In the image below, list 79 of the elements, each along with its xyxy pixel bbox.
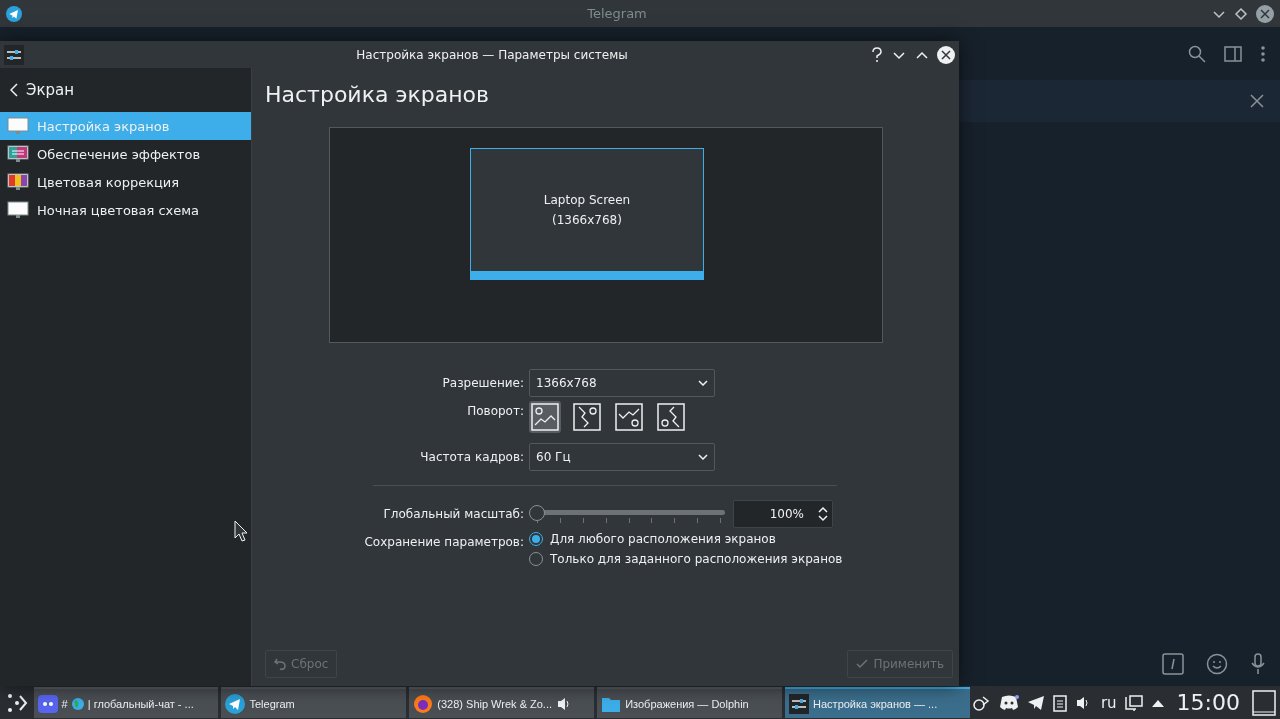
screen-resolution: (1366x768) xyxy=(552,212,622,227)
radio-label: Только для заданного расположения экранов xyxy=(550,552,843,566)
rotation-button[interactable] xyxy=(571,401,603,433)
check-icon xyxy=(856,659,869,669)
browser-icon xyxy=(413,693,434,714)
network-icon[interactable] xyxy=(1124,693,1143,712)
sidebar-item[interactable]: Цветовая коррекция xyxy=(0,168,251,196)
task-label: Telegram xyxy=(249,697,295,710)
caret-icon xyxy=(698,380,708,386)
resolution-dropdown[interactable]: 1366x768 xyxy=(529,369,715,397)
sidebar-item[interactable]: Ночная цветовая схема xyxy=(0,196,251,224)
task-label: Настройка экранов — ... xyxy=(813,697,938,710)
close-icon[interactable] xyxy=(1250,94,1264,108)
field-label: Глобальный масштаб: xyxy=(382,507,524,521)
more-icon[interactable] xyxy=(1260,44,1266,63)
paper-plane-icon[interactable] xyxy=(1026,694,1045,711)
diamond-icon[interactable] xyxy=(1234,6,1248,21)
taskbar-task[interactable]: (328) Ship Wrek & Zo... xyxy=(409,687,595,718)
settings-icon xyxy=(4,44,24,65)
close-icon[interactable] xyxy=(1256,4,1274,23)
sidebar-icon[interactable] xyxy=(1224,45,1242,62)
monitor-icon xyxy=(7,145,29,163)
microphone-icon[interactable] xyxy=(1250,653,1266,675)
back-icon xyxy=(10,83,18,97)
task-label: | глобальный-чат - ... xyxy=(87,697,194,710)
sidebar-item-label: Обеспечение эффектов xyxy=(37,146,201,162)
sidebar-item-label: Настройка экранов xyxy=(37,118,170,134)
close-icon[interactable] xyxy=(937,45,955,64)
refresh-rate-dropdown[interactable]: 60 Гц xyxy=(529,443,715,471)
sidebar-item-label: Цветовая коррекция xyxy=(37,174,180,190)
monitor-icon xyxy=(7,117,29,135)
screen-name: Laptop Screen xyxy=(543,192,631,207)
field-label: Поворот: xyxy=(466,403,524,418)
network-share-icon[interactable] xyxy=(972,693,991,712)
help-icon[interactable] xyxy=(870,46,884,63)
radio-option[interactable]: Для любого расположения экранов xyxy=(529,532,953,546)
taskbar-task[interactable]: Настройка экранов — ... xyxy=(785,687,970,718)
paper-plane-icon xyxy=(225,693,246,714)
window-title: Telegram xyxy=(586,6,648,21)
clipboard-icon[interactable] xyxy=(1052,693,1067,712)
globe-icon xyxy=(71,697,84,710)
scale-spinbox[interactable]: 100% xyxy=(733,500,833,528)
page-title: Настройка экранов xyxy=(265,82,491,109)
taskbar-task[interactable]: Изображения — Dolphin xyxy=(597,687,783,718)
chat-app-icon xyxy=(37,694,58,713)
window-title: Настройка экранов — Параметры системы xyxy=(355,47,629,62)
undo-icon xyxy=(274,658,286,670)
show-desktop-icon[interactable] xyxy=(1252,689,1276,716)
paper-plane-icon xyxy=(6,5,22,22)
task-label: # xyxy=(61,697,68,710)
back-button[interactable]: Экран xyxy=(0,78,251,102)
keyboard-layout[interactable]: ru xyxy=(1100,693,1117,712)
radio-option[interactable]: Только для заданного расположения экранов xyxy=(529,552,953,566)
spin-arrows-icon xyxy=(818,506,828,522)
rotation-button[interactable] xyxy=(529,401,561,433)
screen-tile[interactable]: Laptop Screen (1366x768) xyxy=(470,147,704,280)
field-label: Сохранение параметров: xyxy=(363,534,524,549)
radio-label: Для любого расположения экранов xyxy=(550,532,776,546)
caret-icon xyxy=(698,454,708,460)
slider-handle[interactable] xyxy=(529,505,545,521)
field-label: Частота кадров: xyxy=(419,450,524,464)
task-label: (328) Ship Wrek & Zo... xyxy=(437,697,553,710)
monitor-icon xyxy=(7,173,29,191)
task-label: Изображения — Dolphin xyxy=(625,697,749,710)
cursor-icon xyxy=(234,520,248,542)
field-label: Разрешение: xyxy=(441,376,524,390)
rotation-button[interactable] xyxy=(655,401,687,433)
settings-icon xyxy=(789,693,810,714)
sidebar-item[interactable]: Обеспечение эффектов xyxy=(0,140,251,168)
chat-app-icon[interactable] xyxy=(998,694,1019,711)
monitor-icon xyxy=(7,201,29,219)
taskbar-task[interactable]: # | глобальный-чат - ... xyxy=(33,687,219,718)
command-icon[interactable] xyxy=(1162,653,1184,675)
emoji-icon[interactable] xyxy=(1206,653,1228,675)
clock[interactable]: 15:00 xyxy=(1176,690,1240,715)
rotation-button[interactable] xyxy=(613,401,645,433)
sidebar-item-label: Ночная цветовая схема xyxy=(37,202,200,218)
search-icon[interactable] xyxy=(1188,44,1206,63)
taskbar-task[interactable]: Telegram xyxy=(221,687,407,718)
